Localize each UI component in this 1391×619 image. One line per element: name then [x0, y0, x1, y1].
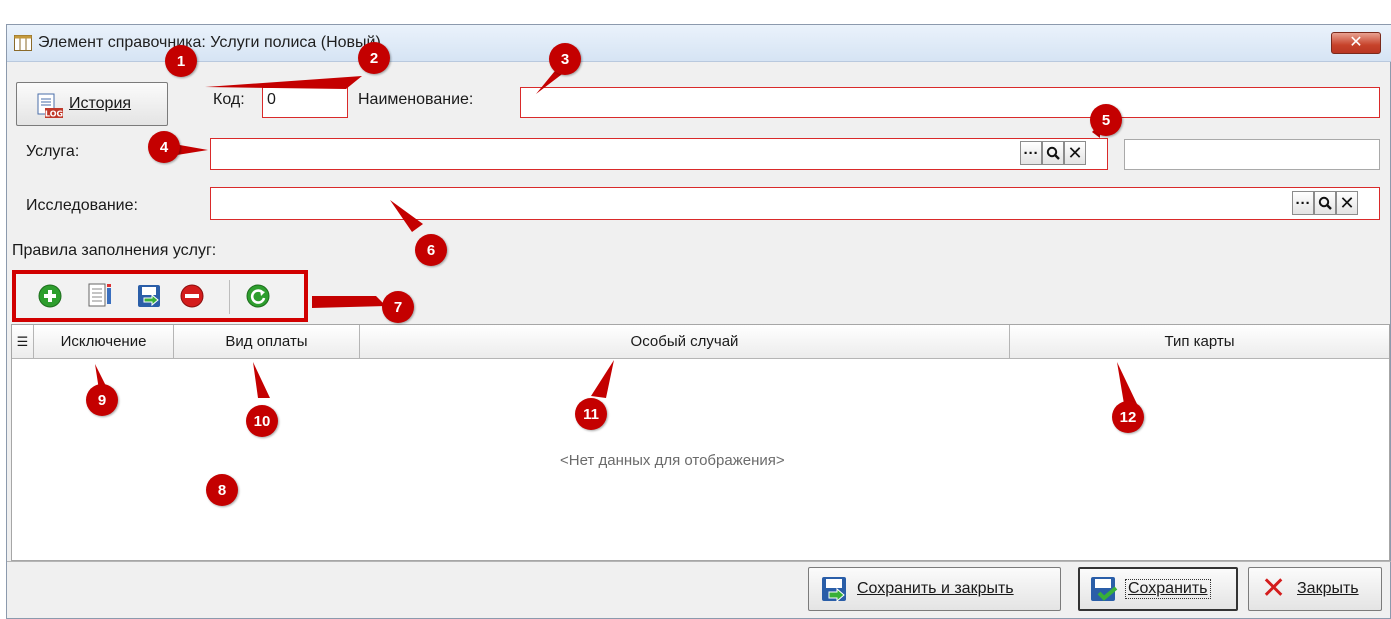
callout-8: 8: [206, 474, 238, 506]
callout-3: 3: [549, 43, 581, 75]
callout-6: 6: [415, 234, 447, 266]
callout-5: 5: [1090, 104, 1122, 136]
callout-11: 11: [575, 398, 607, 430]
callout-4: 4: [148, 131, 180, 163]
callout-9: 9: [86, 384, 118, 416]
callout-pointers: [95, 55, 1137, 404]
callout-10: 10: [246, 405, 278, 437]
callout-12: 12: [1112, 401, 1144, 433]
callout-1: 1: [165, 45, 197, 77]
callout-2: 2: [358, 42, 390, 74]
callout-7: 7: [382, 291, 414, 323]
